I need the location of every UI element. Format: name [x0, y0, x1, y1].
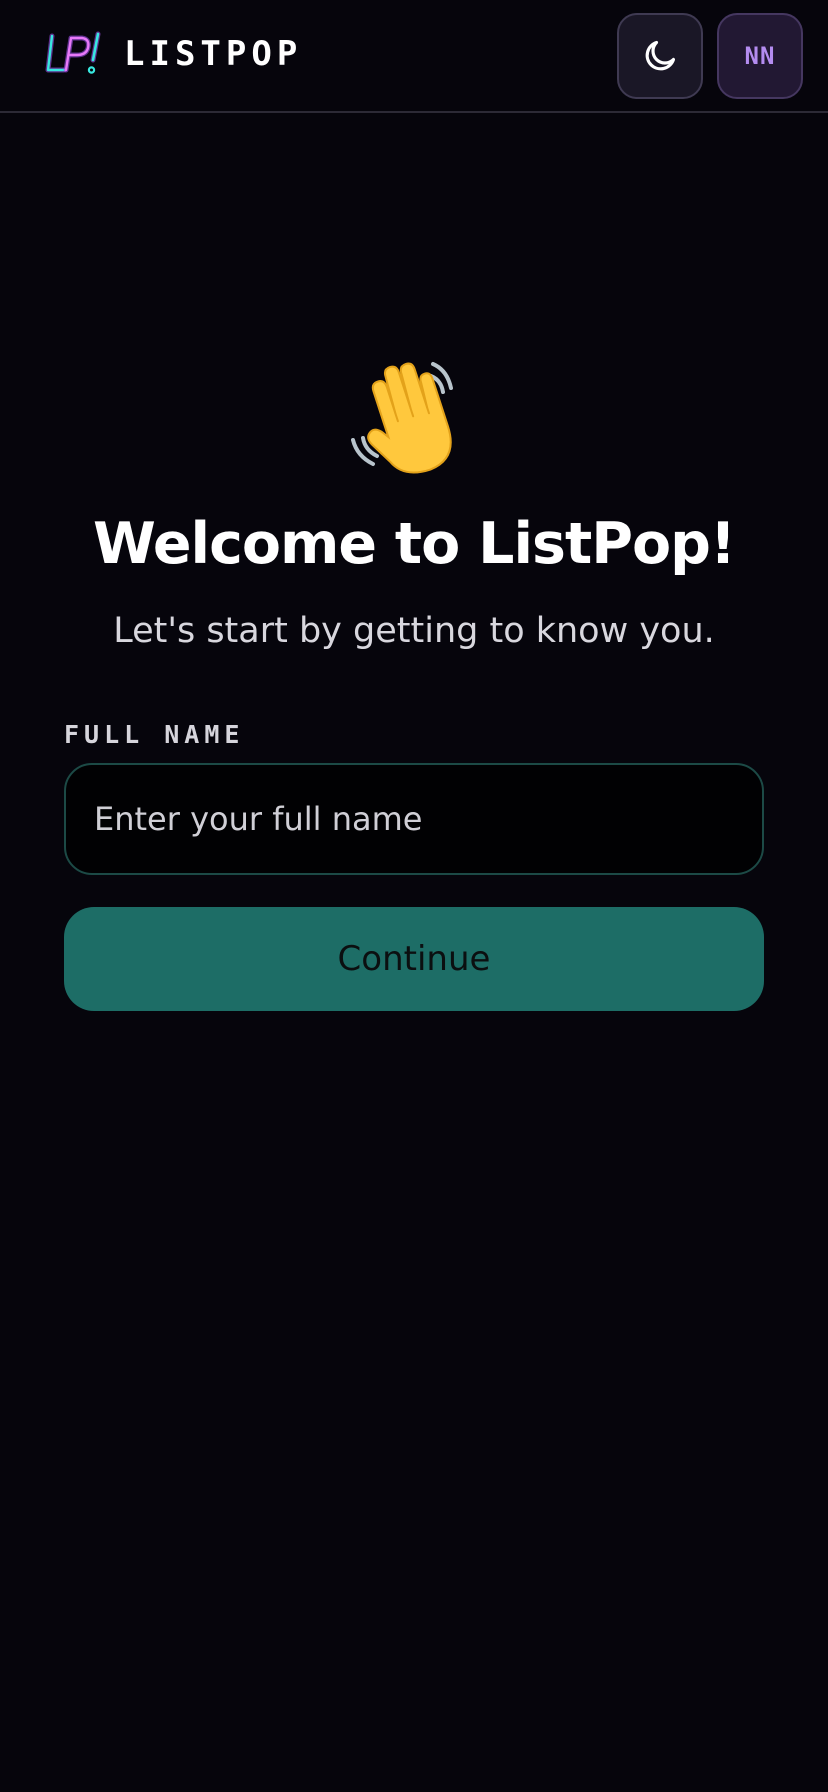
moon-icon: [641, 37, 679, 75]
full-name-input[interactable]: [64, 763, 764, 875]
brand-name: LISTPOP: [124, 34, 303, 74]
app-logo-icon[interactable]: [42, 26, 106, 82]
avatar-initials: NN: [744, 42, 776, 70]
top-bar: LISTPOP NN: [0, 0, 828, 113]
onboarding-page: LISTPOP NN Welcome to ListPop! Let's sta…: [0, 0, 828, 1792]
continue-button[interactable]: Continue: [64, 907, 764, 1011]
page-title: Welcome to ListPop!: [93, 511, 736, 577]
full-name-label: FULL NAME: [64, 720, 245, 749]
waving-hand-icon: [345, 352, 475, 484]
page-subtitle: Let's start by getting to know you.: [113, 611, 715, 651]
continue-button-label: Continue: [337, 939, 491, 979]
user-avatar-button[interactable]: NN: [717, 13, 803, 99]
theme-toggle-button[interactable]: [617, 13, 703, 99]
